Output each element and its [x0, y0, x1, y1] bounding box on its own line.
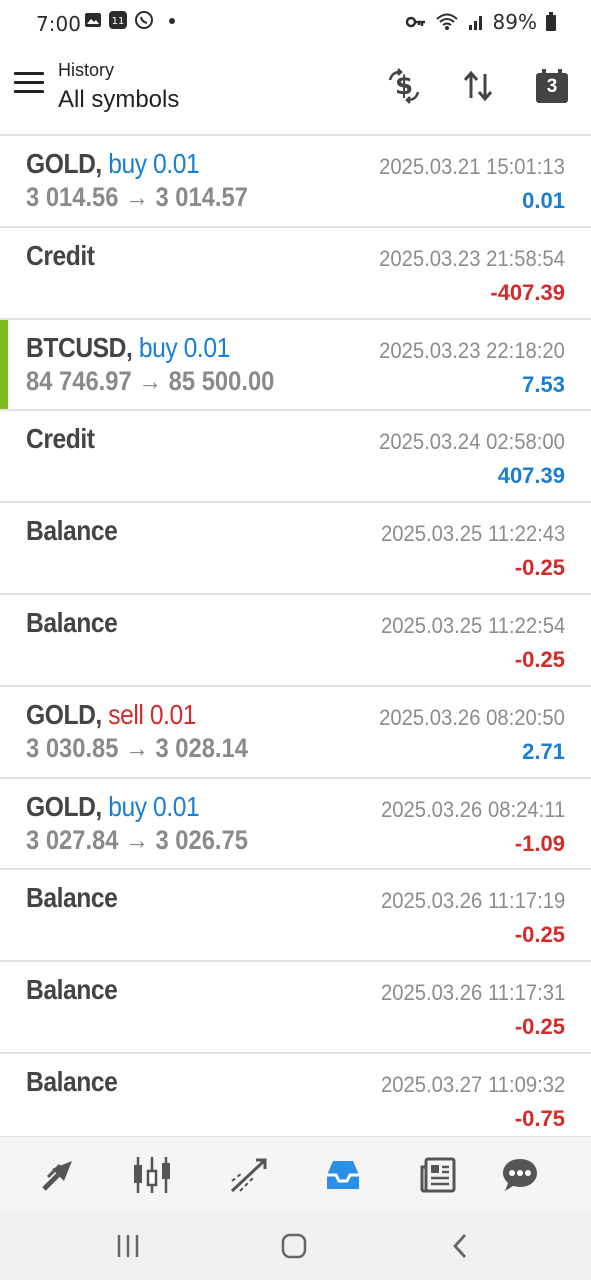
row-symbol: Balance: [26, 882, 118, 914]
chart-icon[interactable]: [130, 1155, 174, 1195]
row-symbol-line: Balance: [26, 882, 118, 914]
row-symbol: Balance: [26, 606, 118, 638]
row-profit: 0.01: [522, 188, 565, 213]
row-profit: -0.25: [514, 555, 565, 581]
calendar-icon[interactable]: 3: [532, 66, 572, 106]
row-timestamp: 2025.03.23 22:18:20: [379, 337, 565, 363]
row-symbol-line: GOLD, buy 0.01: [26, 148, 200, 180]
key-icon: [405, 16, 425, 28]
row-deal-type: sell 0.01: [108, 698, 197, 730]
status-bar: 7:00 11 89%: [0, 0, 591, 46]
status-icons-right: 89%: [405, 10, 557, 34]
wifi-icon: [435, 13, 458, 30]
position-accent-bar: [0, 319, 8, 410]
history-row[interactable]: GOLD, buy 0.01 3 027.84 → 3 026.75 2025.03…: [0, 779, 591, 871]
row-symbol: Balance: [26, 974, 118, 1006]
currency-exchange-icon[interactable]: $: [384, 66, 424, 106]
history-row[interactable]: Credit 2025.03.24 02:58:00 407.39: [0, 411, 591, 504]
row-deal-type: buy 0.01: [108, 148, 200, 179]
history-row[interactable]: Balance 2025.03.26 11:17:19 -0.25: [0, 870, 591, 963]
sort-icon[interactable]: [458, 66, 498, 106]
page-title: History: [58, 60, 115, 80]
row-profit: 7.53: [522, 371, 565, 397]
app-icon: 11: [109, 11, 127, 29]
row-symbol-line: Balance: [26, 974, 118, 1006]
row-symbol: Balance: [26, 1065, 118, 1097]
row-profit: -407.39: [490, 279, 565, 305]
row-prices: 3 027.84 → 3 026.75: [26, 824, 248, 855]
row-symbol: BTCUSD,: [26, 331, 133, 363]
row-symbol-line: Balance: [26, 1065, 118, 1098]
svg-text:$: $: [395, 71, 413, 101]
row-timestamp: 2025.03.24 02:58:00: [379, 429, 565, 455]
gallery-icon: [85, 13, 101, 27]
menu-icon[interactable]: [14, 72, 44, 96]
row-symbol-line: Balance: [26, 515, 118, 547]
row-prices: 3 014.56 → 3 014.57: [26, 182, 248, 212]
row-timestamp: 2025.03.25 11:22:43: [380, 521, 565, 547]
symbol-filter[interactable]: All symbols: [58, 86, 179, 114]
row-timestamp: 2025.03.23 21:58:54: [379, 245, 565, 271]
row-timestamp: 2025.03.26 11:17:19: [380, 888, 565, 914]
bottom-nav: [0, 1136, 591, 1213]
svg-text:11: 11: [112, 16, 125, 27]
row-symbol: Balance: [26, 515, 118, 547]
history-row[interactable]: Credit 2025.03.23 21:58:54 -407.39: [0, 228, 591, 320]
quotes-icon[interactable]: [36, 1155, 80, 1195]
history-row[interactable]: Balance 2025.03.26 11:17:31 -0.25: [0, 962, 591, 1054]
history-list: GOLD, buy 0.01 3 014.56 → 3 014.57 2025.03…: [0, 136, 591, 1146]
row-timestamp: 2025.03.26 08:20:50: [379, 704, 565, 730]
row-symbol: GOLD,: [26, 698, 102, 730]
battery-percent: 89%: [492, 10, 537, 34]
row-profit: 407.39: [497, 463, 565, 489]
battery-icon: [546, 12, 556, 31]
dot-icon: [169, 18, 175, 24]
row-prices: 84 746.97 → 85 500.00: [26, 365, 275, 396]
row-profit: -0.25: [514, 922, 565, 948]
row-timestamp: 2025.03.21 15:01:13: [379, 154, 565, 179]
row-profit: -0.25: [514, 1014, 565, 1040]
status-time: 7:00: [36, 12, 81, 36]
history-row[interactable]: GOLD, sell 0.01 3 030.85 → 3 028.14 2025.0…: [0, 687, 591, 779]
messages-icon[interactable]: [498, 1155, 542, 1195]
row-symbol-line: GOLD, buy 0.01: [26, 790, 200, 823]
row-symbol-line: Credit: [26, 423, 95, 455]
calendar-day: 3: [546, 76, 558, 97]
history-row[interactable]: BTCUSD, buy 0.01 84 746.97 → 85 500.00 202…: [0, 319, 591, 412]
back-icon[interactable]: [440, 1228, 480, 1264]
signal-icon: [468, 16, 482, 30]
whatsapp-icon: [135, 11, 153, 29]
system-nav-bar: [0, 1212, 591, 1280]
history-icon[interactable]: [321, 1155, 365, 1195]
row-timestamp: 2025.03.26 08:24:11: [380, 796, 565, 822]
history-row[interactable]: GOLD, buy 0.01 3 014.56 → 3 014.57 2025.03…: [0, 136, 591, 228]
app-toolbar: History All symbols $ 3: [0, 46, 591, 134]
news-icon[interactable]: [416, 1155, 460, 1195]
row-symbol-line: BTCUSD, buy 0.01: [26, 332, 230, 364]
row-timestamp: 2025.03.27 11:09:32: [380, 1071, 565, 1097]
row-symbol: Credit: [26, 423, 95, 455]
row-profit: -0.25: [514, 646, 565, 672]
row-symbol: Credit: [26, 239, 95, 271]
history-row[interactable]: Balance 2025.03.27 11:09:32 -0.75: [0, 1054, 591, 1146]
row-prices: 3 030.85 → 3 028.14: [26, 732, 248, 763]
history-row[interactable]: Balance 2025.03.25 11:22:54 -0.25: [0, 595, 591, 687]
row-deal-type: buy 0.01: [138, 331, 230, 363]
home-icon[interactable]: [274, 1228, 314, 1264]
row-deal-type: buy 0.01: [108, 790, 200, 822]
trade-icon[interactable]: [226, 1155, 270, 1195]
row-profit: 2.71: [522, 738, 565, 764]
row-profit: -1.09: [514, 830, 565, 856]
row-symbol-line: Balance: [26, 606, 118, 639]
row-symbol-line: GOLD, sell 0.01: [26, 699, 196, 731]
recent-apps-icon[interactable]: [108, 1228, 148, 1264]
history-row[interactable]: Balance 2025.03.25 11:22:43 -0.25: [0, 503, 591, 595]
row-profit: -0.75: [514, 1105, 565, 1131]
row-timestamp: 2025.03.26 11:17:31: [380, 980, 565, 1006]
row-symbol: GOLD,: [26, 148, 102, 179]
row-symbol: GOLD,: [26, 790, 102, 822]
row-timestamp: 2025.03.25 11:22:54: [380, 612, 565, 638]
row-symbol-line: Credit: [26, 240, 95, 272]
status-icons-left: 11: [84, 10, 180, 30]
